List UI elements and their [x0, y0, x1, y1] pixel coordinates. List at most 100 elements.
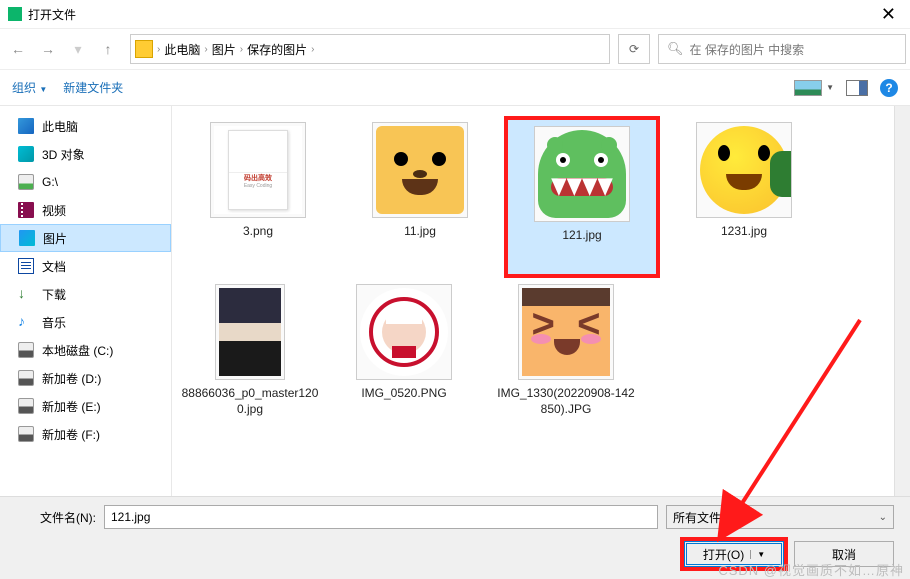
file-item[interactable]: 码出高效Easy Coding 3.png: [180, 116, 336, 278]
chevron-right-icon: ›: [311, 44, 314, 55]
app-icon: [8, 7, 22, 21]
documents-icon: [18, 258, 34, 274]
sidebar-item-label: 文档: [42, 258, 66, 275]
sidebar-item-label: 新加卷 (D:): [42, 370, 101, 387]
chevron-down-icon: ⌄: [879, 512, 887, 523]
thumbnail: > <: [518, 284, 614, 380]
file-name: IMG_0520.PNG: [361, 386, 446, 402]
file-name: 11.jpg: [404, 224, 436, 240]
preview-pane-button[interactable]: [846, 80, 868, 96]
3d-icon: [18, 146, 34, 162]
titlebar: 打开文件 ✕: [0, 0, 910, 28]
close-button[interactable]: ✕: [875, 4, 902, 25]
breadcrumb-segment[interactable]: 保存的图片: [247, 41, 307, 58]
chevron-right-icon: ›: [204, 44, 207, 55]
file-grid: 码出高效Easy Coding 3.png 11.jpg 121.jpg 123…: [172, 106, 894, 496]
breadcrumb[interactable]: › 此电脑 › 图片 › 保存的图片 ›: [130, 34, 610, 64]
breadcrumb-segment[interactable]: 图片: [212, 41, 236, 58]
file-name: 121.jpg: [562, 228, 601, 244]
view-menu[interactable]: ▼: [794, 80, 834, 96]
organize-menu[interactable]: 组织 ▼: [12, 79, 47, 96]
sidebar-item-label: 图片: [43, 230, 67, 247]
drive-icon: [18, 174, 34, 190]
sidebar-item-label: 视频: [42, 202, 66, 219]
sidebar-item-label: 本地磁盘 (C:): [42, 342, 113, 359]
sidebar-item-music[interactable]: 音乐: [0, 308, 171, 336]
sidebar-item-drive-f[interactable]: 新加卷 (F:): [0, 420, 171, 448]
thumbnail: [696, 122, 792, 218]
folder-icon: [135, 40, 153, 58]
pictures-icon: [19, 230, 35, 246]
file-name: 1231.jpg: [721, 224, 767, 240]
window-title: 打开文件: [28, 6, 76, 23]
search-input[interactable]: 🔍︎ 在 保存的图片 中搜索: [658, 34, 906, 64]
file-item[interactable]: IMG_0520.PNG: [326, 278, 482, 440]
sidebar-item-label: 新加卷 (E:): [42, 398, 101, 415]
file-item-selected[interactable]: 121.jpg: [504, 116, 660, 278]
thumbnail: [534, 126, 630, 222]
picture-icon: [794, 80, 822, 96]
file-item[interactable]: 88866036_p0_master1200.jpg: [180, 278, 320, 440]
sidebar-item-label: G:\: [42, 175, 58, 189]
refresh-icon: ⟳: [629, 42, 639, 56]
sidebar-item-documents[interactable]: 文档: [0, 252, 171, 280]
file-name: 3.png: [243, 224, 273, 240]
pc-icon: [18, 118, 34, 134]
chevron-right-icon: ›: [157, 44, 160, 55]
music-icon: [18, 314, 34, 330]
main-area: 此电脑 3D 对象 G:\ 视频 图片 文档 下载 音乐 本地磁盘 (C:) 新…: [0, 106, 910, 496]
nav-back-button[interactable]: ←: [4, 35, 32, 63]
filetype-value: 所有文件 (*): [673, 509, 737, 526]
download-icon: [18, 286, 34, 302]
chevron-down-icon: ▼: [750, 550, 765, 559]
sidebar-item-downloads[interactable]: 下载: [0, 280, 171, 308]
thumbnail: [215, 284, 285, 380]
watermark: CSDN @视觉画质不如…原神: [718, 560, 904, 579]
chevron-down-icon: ▼: [826, 83, 834, 92]
sidebar-item-drive-c[interactable]: 本地磁盘 (C:): [0, 336, 171, 364]
sidebar-item-drive-e[interactable]: 新加卷 (E:): [0, 392, 171, 420]
hdd-icon: [18, 370, 34, 386]
thumbnail: [356, 284, 452, 380]
breadcrumb-segment[interactable]: 此电脑: [164, 41, 200, 58]
sidebar-item-label: 新加卷 (F:): [42, 426, 100, 443]
thumbnail: [372, 122, 468, 218]
filename-label: 文件名(N):: [16, 509, 96, 526]
sidebar-item-this-pc[interactable]: 此电脑: [0, 112, 171, 140]
navbar: ← → ▾ ↑ › 此电脑 › 图片 › 保存的图片 › ⟳ 🔍︎ 在 保存的图…: [0, 28, 910, 70]
search-placeholder: 在 保存的图片 中搜索: [690, 41, 805, 58]
new-folder-button[interactable]: 新建文件夹: [63, 79, 123, 96]
filetype-select[interactable]: 所有文件 (*) ⌄: [666, 505, 894, 529]
help-button[interactable]: ?: [880, 79, 898, 97]
search-icon: 🔍︎: [667, 41, 684, 57]
file-item[interactable]: 11.jpg: [342, 116, 498, 278]
hdd-icon: [18, 342, 34, 358]
sidebar-item-pictures[interactable]: 图片: [0, 224, 171, 252]
toolbar: 组织 ▼ 新建文件夹 ▼ ?: [0, 70, 910, 106]
sidebar: 此电脑 3D 对象 G:\ 视频 图片 文档 下载 音乐 本地磁盘 (C:) 新…: [0, 106, 172, 496]
sidebar-item-videos[interactable]: 视频: [0, 196, 171, 224]
thumbnail: 码出高效Easy Coding: [210, 122, 306, 218]
sidebar-item-label: 音乐: [42, 314, 66, 331]
file-name: IMG_1330(20220908-142850).JPG: [496, 386, 636, 417]
nav-up-button[interactable]: ↑: [94, 35, 122, 63]
video-icon: [18, 202, 34, 218]
file-item[interactable]: > < IMG_1330(20220908-142850).JPG: [488, 278, 644, 440]
hdd-icon: [18, 426, 34, 442]
nav-forward-button[interactable]: →: [34, 35, 62, 63]
chevron-right-icon: ›: [240, 44, 243, 55]
scrollbar[interactable]: [894, 106, 910, 496]
sidebar-item-3d-objects[interactable]: 3D 对象: [0, 140, 171, 168]
chevron-down-icon: ▼: [39, 85, 47, 94]
sidebar-item-label: 3D 对象: [42, 146, 85, 163]
nav-recent-dropdown[interactable]: ▾: [64, 35, 92, 63]
refresh-button[interactable]: ⟳: [618, 34, 650, 64]
sidebar-item-drive-g[interactable]: G:\: [0, 168, 171, 196]
file-item[interactable]: 1231.jpg: [666, 116, 822, 278]
sidebar-item-drive-d[interactable]: 新加卷 (D:): [0, 364, 171, 392]
filename-input[interactable]: [104, 505, 658, 529]
hdd-icon: [18, 398, 34, 414]
sidebar-item-label: 此电脑: [42, 118, 78, 135]
file-name: 88866036_p0_master1200.jpg: [180, 386, 320, 417]
sidebar-item-label: 下载: [42, 286, 66, 303]
